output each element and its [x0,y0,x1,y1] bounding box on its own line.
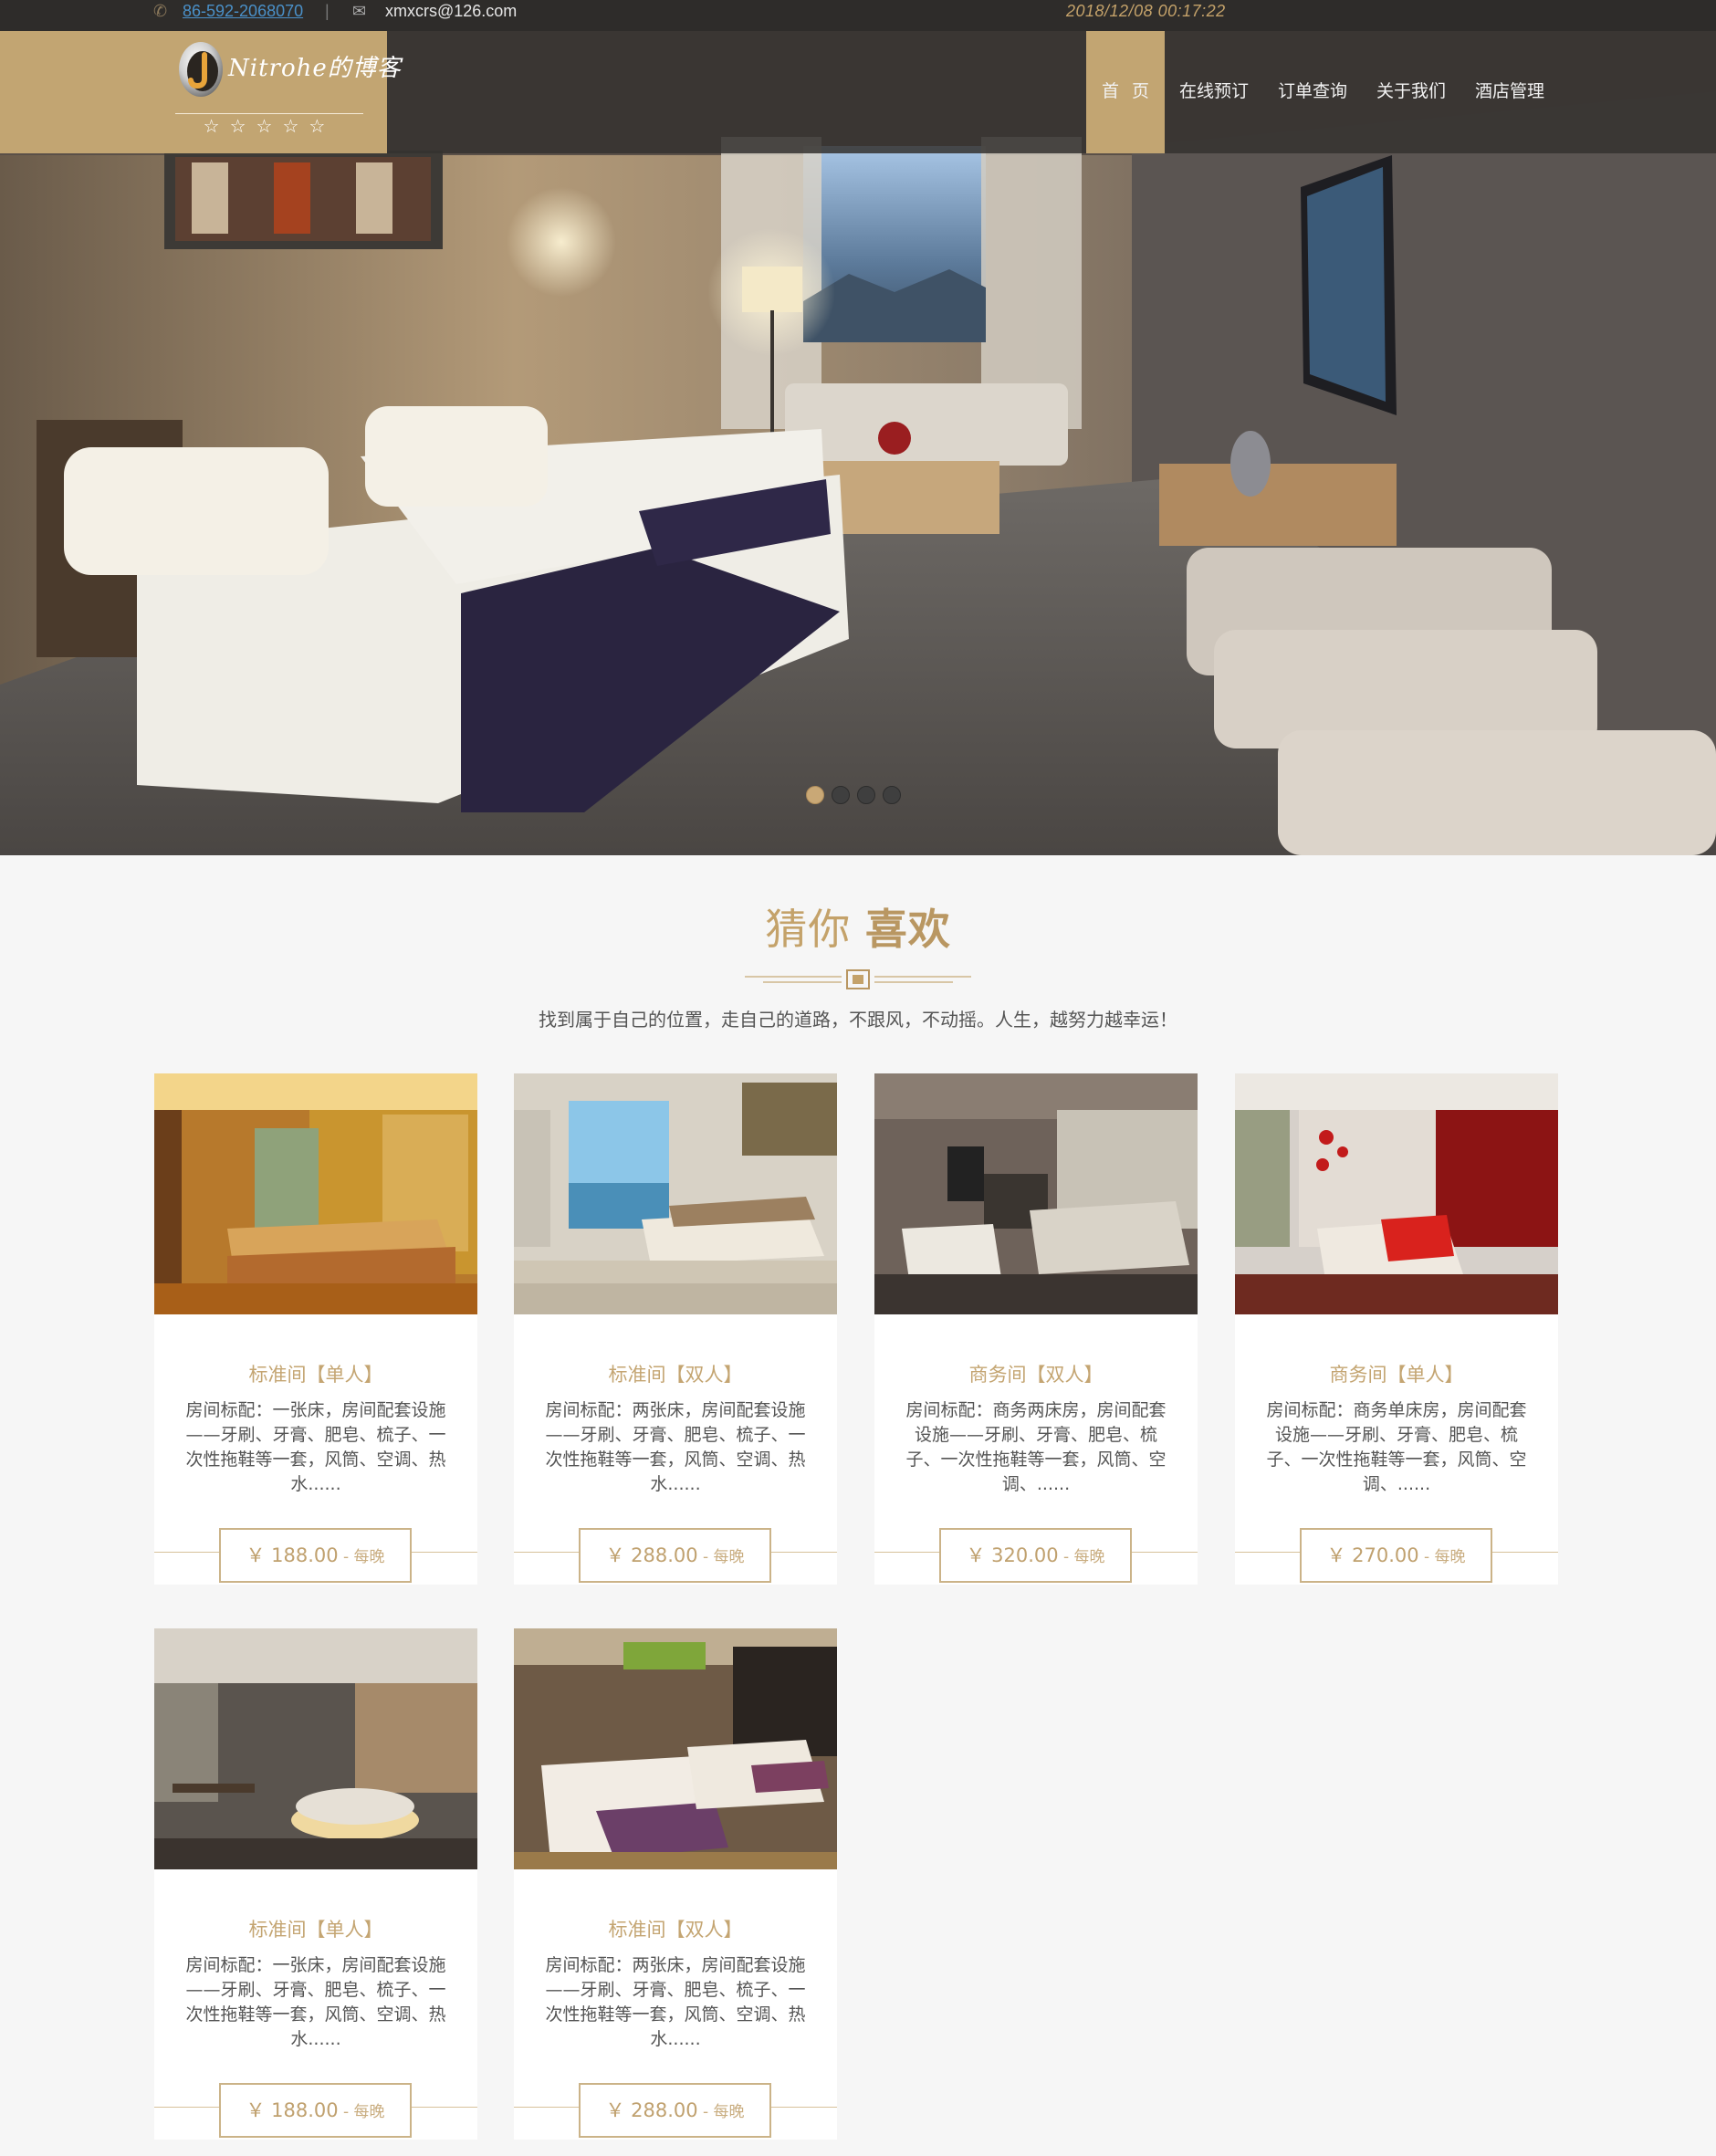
room-description: 房间标配：商务单床房，房间配套设施——牙刷、牙膏、肥皂、梳子、一次性拖鞋等一套，… [1266,1400,1527,1494]
phone-link[interactable]: 86-592-2068070 [183,0,303,31]
price-button[interactable]: ￥ 188.00 - 每晚 [219,2083,412,2138]
room-card[interactable]: 商务间【双人】 房间标配：商务两床房，房间配套设施——牙刷、牙膏、肥皂、梳子、一… [874,1073,1198,1585]
rating-stars: ☆☆☆☆☆ [203,115,336,137]
price-unit: - 每晚 [338,2103,385,2121]
price-button[interactable]: ￥ 288.00 - 每晚 [579,1528,771,1583]
room-photo[interactable] [874,1073,1198,1314]
carousel-dot-3[interactable] [857,786,875,804]
room-photo[interactable] [514,1073,837,1314]
room-description: 房间标配：两张床，房间配套设施——牙刷、牙膏、肥皂、梳子、一次性拖鞋等一套，风筒… [545,1400,806,1494]
room-image-business-single [1235,1073,1558,1314]
price-unit: - 每晚 [1418,1548,1466,1566]
room-title[interactable]: 标准间【双人】 [514,1915,837,1942]
price-amount: ￥ 270.00 [1326,1544,1419,1566]
price-amount: ￥ 288.00 [605,2099,698,2121]
phone-icon: ✆ [153,2,168,20]
price-amount: ￥ 320.00 [966,1544,1059,1566]
price-button[interactable]: ￥ 320.00 - 每晚 [939,1528,1132,1583]
main-navbar: Nitrohe的博客 ☆☆☆☆☆ 首页 在线预订 订单查询 关于我们 酒店管理 [0,31,1716,153]
room-image-standard-single-2 [154,1628,477,1869]
room-photo[interactable] [154,1628,477,1869]
carousel-dot-4[interactable] [883,786,901,804]
envelope-icon: ✉ [352,2,367,20]
room-image-standard-double-2 [514,1628,837,1869]
room-photo[interactable] [154,1073,477,1314]
nav-about-us[interactable]: 关于我们 [1362,31,1460,153]
price-button[interactable]: ￥ 270.00 - 每晚 [1300,1528,1492,1583]
room-image-business-double [874,1073,1198,1314]
nav-order-query[interactable]: 订单查询 [1263,31,1362,153]
contact-bar: ✆ 86-592-2068070 | ✉ xmxcrs@126.com 2018… [0,0,1716,31]
nav-home[interactable]: 首页 [1086,31,1165,153]
room-card[interactable]: 商务间【单人】 房间标配：商务单床房，房间配套设施——牙刷、牙膏、肥皂、梳子、一… [1235,1073,1558,1585]
room-title[interactable]: 标准间【单人】 [154,1360,477,1387]
logo-j-icon [179,42,223,97]
room-photo[interactable] [514,1628,837,1869]
room-description: 房间标配：一张床，房间配套设施——牙刷、牙膏、肥皂、梳子、一次性拖鞋等一套，风筒… [185,1955,446,2049]
room-photo[interactable] [1235,1073,1558,1314]
nav-online-booking[interactable]: 在线预订 [1165,31,1263,153]
logo-text: Nitrohe的博客 [228,55,402,82]
price-amount: ￥ 188.00 [246,2099,339,2121]
contact-separator: | [325,2,330,20]
carousel-indicators [806,786,901,804]
price-amount: ￥ 188.00 [246,1544,339,1566]
room-image-standard-double [514,1073,837,1314]
section-title-light: 猜你 [765,905,852,954]
price-button[interactable]: ￥ 188.00 - 每晚 [219,1528,412,1583]
room-card[interactable]: 标准间【双人】 房间标配：两张床，房间配套设施——牙刷、牙膏、肥皂、梳子、一次性… [514,1073,837,1585]
price-button[interactable]: ￥ 288.00 - 每晚 [579,2083,771,2138]
price-unit: - 每晚 [697,2103,745,2121]
section-title: 猜你 喜欢 [0,896,1716,957]
room-description: 房间标配：商务两床房，房间配套设施——牙刷、牙膏、肥皂、梳子、一次性拖鞋等一套，… [905,1400,1167,1494]
section-subtitle: 找到属于自己的位置，走自己的道路，不跟风，不动摇。人生，越努力越幸运！ [539,1009,1177,1031]
room-card[interactable]: 标准间【单人】 房间标配：一张床，房间配套设施——牙刷、牙膏、肥皂、梳子、一次性… [154,1628,477,2140]
price-amount: ￥ 288.00 [605,1544,698,1566]
room-description: 房间标配：两张床，房间配套设施——牙刷、牙膏、肥皂、梳子、一次性拖鞋等一套，风筒… [545,1955,806,2049]
site-logo[interactable]: Nitrohe的博客 ☆☆☆☆☆ [0,31,401,153]
email-address: xmxcrs@126.com [385,2,518,20]
room-description: 房间标配：一张床，房间配套设施——牙刷、牙膏、肥皂、梳子、一次性拖鞋等一套，风筒… [185,1400,446,1494]
price-unit: - 每晚 [338,1548,385,1566]
carousel-dot-2[interactable] [832,786,850,804]
carousel-dot-1[interactable] [806,786,824,804]
section-title-bold: 喜欢 [864,905,951,954]
room-title[interactable]: 商务间【双人】 [874,1360,1198,1387]
nav-hotel-admin[interactable]: 酒店管理 [1460,31,1559,153]
room-title[interactable]: 商务间【单人】 [1235,1360,1558,1387]
logo-divider [175,113,363,114]
title-ornament-icon [745,969,971,989]
price-unit: - 每晚 [1058,1548,1105,1566]
room-image-standard-single [154,1073,477,1314]
room-card[interactable]: 标准间【双人】 房间标配：两张床，房间配套设施——牙刷、牙膏、肥皂、梳子、一次性… [514,1628,837,2140]
current-datetime: 2018/12/08 00:17:22 [1066,2,1226,20]
room-title[interactable]: 标准间【单人】 [154,1915,477,1942]
room-title[interactable]: 标准间【双人】 [514,1360,837,1387]
nav-menu: 首页 在线预订 订单查询 关于我们 酒店管理 [1086,31,1559,153]
price-unit: - 每晚 [697,1548,745,1566]
room-card[interactable]: 标准间【单人】 房间标配：一张床，房间配套设施——牙刷、牙膏、肥皂、梳子、一次性… [154,1073,477,1585]
